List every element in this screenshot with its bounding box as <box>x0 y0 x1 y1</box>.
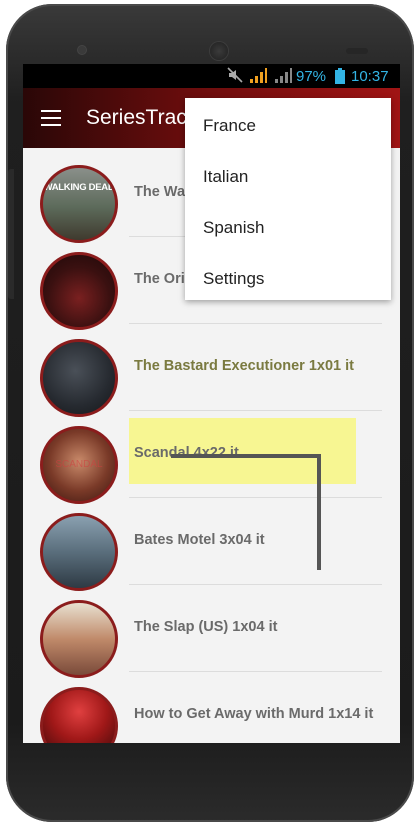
menu-item-settings[interactable]: Settings <box>203 269 264 289</box>
thumbnail-overlay-text: SCANDAL <box>55 459 103 470</box>
front-camera <box>78 46 86 54</box>
series-thumbnail <box>40 252 118 330</box>
proximity-sensor <box>346 48 368 54</box>
menu-item-italian[interactable]: Italian <box>203 167 248 187</box>
signal-icon-2 <box>273 67 293 89</box>
battery-percent: 97% <box>296 68 327 85</box>
mute-icon <box>227 67 243 87</box>
overflow-menu: France Italian Spanish Settings <box>185 98 391 300</box>
side-button <box>8 169 14 299</box>
phone-chin <box>23 743 400 803</box>
screen: 97% 10:37 SeriesTrac WALKING DEAD The Wa… <box>23 64 400 743</box>
clock: 10:37 <box>351 68 389 85</box>
menu-item-france[interactable]: France <box>203 116 256 136</box>
thumbnail-logo-text: WALKING DEAD <box>43 182 115 193</box>
series-title: The Wal <box>134 184 190 200</box>
series-thumbnail <box>40 687 118 743</box>
speaker-grille <box>210 42 228 60</box>
series-title: Scandal 4x22 it <box>134 445 239 461</box>
series-thumbnail <box>40 339 118 417</box>
list-item[interactable]: Bates Motel 3x04 it <box>23 498 400 591</box>
series-title: How to Get Away with Murd 1x14 it <box>134 706 374 722</box>
series-thumbnail: WALKING DEAD <box>40 165 118 243</box>
list-item[interactable]: The Bastard Executioner 1x01 it <box>23 324 400 417</box>
app-title: SeriesTrac <box>86 106 187 129</box>
status-bar: 97% 10:37 <box>23 64 400 88</box>
hamburger-menu-icon[interactable] <box>41 110 61 126</box>
battery-icon <box>335 68 345 88</box>
list-item[interactable]: How to Get Away with Murd 1x14 it <box>23 672 400 743</box>
series-thumbnail <box>40 513 118 591</box>
series-thumbnail <box>40 600 118 678</box>
signal-icon-1 <box>248 67 268 89</box>
series-title: The Slap (US) 1x04 it <box>134 619 278 635</box>
menu-item-spanish[interactable]: Spanish <box>203 218 264 238</box>
list-item[interactable]: SCANDAL Scandal 4x22 it <box>23 411 400 504</box>
series-title: The Bastard Executioner 1x01 it <box>134 358 354 374</box>
list-item[interactable]: The Slap (US) 1x04 it <box>23 585 400 678</box>
series-thumbnail: SCANDAL <box>40 426 118 504</box>
series-title: Bates Motel 3x04 it <box>134 532 265 548</box>
